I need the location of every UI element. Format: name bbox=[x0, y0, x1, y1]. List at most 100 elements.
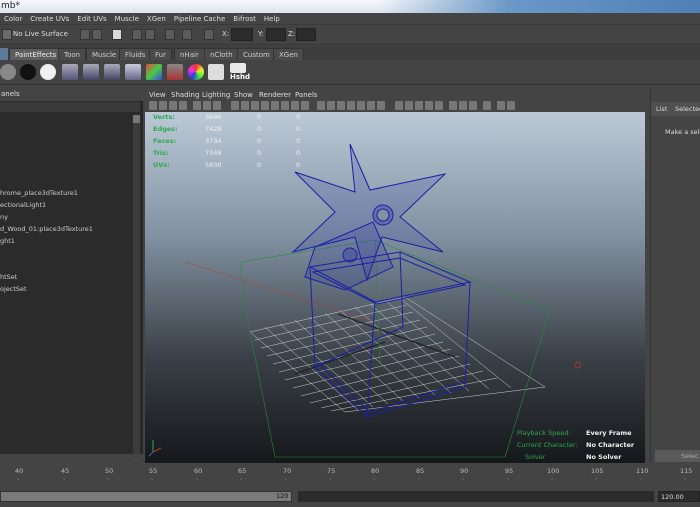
color-management-icon[interactable] bbox=[425, 101, 433, 110]
brush-icon[interactable] bbox=[208, 64, 224, 80]
viewport-menu-lighting[interactable]: Lighting bbox=[202, 90, 230, 100]
perspective-viewport[interactable]: Verts: 3686 0 0 Edges: 7428 0 0 Faces: 3… bbox=[145, 112, 645, 463]
material-icon[interactable] bbox=[62, 64, 78, 80]
tab-nhair[interactable]: nHair bbox=[174, 48, 205, 60]
layout-icon[interactable] bbox=[459, 101, 467, 110]
material-icon[interactable] bbox=[83, 64, 99, 80]
tab-fur[interactable]: Fur bbox=[149, 48, 172, 60]
tab-selected[interactable]: Selected bbox=[675, 105, 700, 113]
outliner-horizontal-scrollbar[interactable] bbox=[0, 454, 143, 463]
image-plane-icon[interactable] bbox=[179, 101, 187, 110]
tab-list[interactable]: List bbox=[656, 105, 667, 113]
smooth-shade-icon[interactable] bbox=[241, 101, 249, 110]
transform-mode-icon[interactable] bbox=[204, 29, 214, 40]
bookmark-icon[interactable] bbox=[169, 101, 177, 110]
gray-sphere-icon[interactable] bbox=[0, 64, 16, 80]
viewport-menu-show[interactable]: Show bbox=[234, 90, 253, 100]
textured-icon[interactable] bbox=[251, 101, 259, 110]
gamma-icon[interactable] bbox=[415, 101, 423, 110]
settings-icon[interactable] bbox=[507, 101, 515, 110]
hud-icon[interactable] bbox=[435, 101, 443, 110]
film-gate-icon[interactable] bbox=[203, 101, 211, 110]
outliner-vertical-scrollbar[interactable] bbox=[133, 115, 140, 467]
ambient-occlusion-icon[interactable] bbox=[281, 101, 289, 110]
menu-help[interactable]: Help bbox=[260, 13, 284, 24]
texture-icon[interactable] bbox=[146, 64, 162, 80]
tab-painteffects[interactable]: PaintEffects bbox=[9, 48, 63, 60]
menu-muscle[interactable]: Muscle bbox=[111, 13, 143, 24]
anti-aliasing-icon[interactable] bbox=[301, 101, 309, 110]
outliner-search-field[interactable] bbox=[0, 102, 140, 112]
render-settings-icon[interactable] bbox=[145, 29, 155, 40]
menu-pipeline-cache[interactable]: Pipeline Cache bbox=[170, 13, 229, 24]
z-field[interactable] bbox=[296, 28, 316, 41]
snap-icon[interactable] bbox=[80, 29, 90, 40]
shader-icon[interactable] bbox=[167, 64, 183, 80]
outliner-row[interactable]: ojectSet bbox=[0, 285, 27, 294]
outliner-row[interactable]: htSet bbox=[0, 273, 17, 282]
close-toolbar-icon[interactable] bbox=[483, 101, 491, 110]
shelf-tab-previous[interactable] bbox=[0, 48, 8, 60]
shadow-toggle-icon[interactable] bbox=[377, 101, 385, 110]
grid-toggle-icon[interactable] bbox=[193, 101, 201, 110]
tab-ncloth[interactable]: nCloth bbox=[204, 48, 239, 60]
outliner-scroll-thumb[interactable] bbox=[133, 115, 140, 123]
menu-xgen[interactable]: XGen bbox=[143, 13, 170, 24]
isolate-select-icon[interactable] bbox=[317, 101, 325, 110]
xray-active-icon[interactable] bbox=[347, 101, 355, 110]
end-time-field[interactable]: 120.00 bbox=[658, 491, 700, 502]
black-sphere-icon[interactable] bbox=[20, 64, 36, 80]
exposure-icon[interactable] bbox=[405, 101, 413, 110]
tab-fluids[interactable]: Fluids bbox=[119, 48, 152, 60]
render-icon[interactable] bbox=[112, 29, 122, 40]
tab-toon[interactable]: Toon bbox=[58, 48, 87, 60]
menu-color[interactable]: Color bbox=[0, 13, 26, 24]
select-button[interactable]: Selec bbox=[655, 450, 700, 462]
menu-bifrost[interactable]: Bifrost bbox=[229, 13, 260, 24]
outliner-row[interactable]: d_Wood_01:place3dTexture1 bbox=[0, 225, 93, 234]
time-slider[interactable]: 40 45 50 55 60 65 70 75 80 85 90 95 100 … bbox=[0, 464, 700, 488]
snap-grid-icon[interactable] bbox=[92, 29, 102, 40]
camera-select-icon[interactable] bbox=[149, 101, 157, 110]
outliner-row[interactable]: ght1 bbox=[0, 237, 15, 246]
tab-muscle[interactable]: Muscle bbox=[86, 48, 123, 60]
outliner-row[interactable]: ny bbox=[0, 213, 8, 222]
motion-blur-icon[interactable] bbox=[291, 101, 299, 110]
menu-edit-uvs[interactable]: Edit UVs bbox=[73, 13, 110, 24]
outliner-row[interactable]: ectionalLight1 bbox=[0, 201, 46, 210]
resolution-gate-icon[interactable] bbox=[213, 101, 221, 110]
y-field[interactable] bbox=[266, 28, 286, 41]
material-icon[interactable] bbox=[104, 64, 120, 80]
wireframe-icon[interactable] bbox=[231, 101, 239, 110]
resolution-icon[interactable] bbox=[497, 101, 505, 110]
viewport-menu-shading[interactable]: Shading bbox=[171, 90, 199, 100]
camera-attributes-icon[interactable] bbox=[159, 101, 167, 110]
color-wheel-icon[interactable] bbox=[188, 64, 204, 80]
tab-xgen[interactable]: XGen bbox=[273, 48, 304, 60]
viewport-menu-view[interactable]: View bbox=[149, 90, 166, 100]
light-bulb-icon[interactable] bbox=[395, 101, 403, 110]
x-field[interactable] bbox=[231, 28, 253, 41]
live-surface-label[interactable]: No Live Surface bbox=[13, 29, 68, 40]
ipr-icon[interactable] bbox=[132, 29, 142, 40]
hypershade-icon[interactable] bbox=[165, 29, 175, 40]
tab-custom[interactable]: Custom bbox=[237, 48, 276, 60]
viewport-menu-panels[interactable]: Panels bbox=[295, 90, 318, 100]
outliner-row[interactable]: hrome_place3dTexture1 bbox=[0, 189, 78, 198]
lights-icon[interactable] bbox=[261, 101, 269, 110]
hshd-icon[interactable] bbox=[230, 63, 246, 73]
range-slider-bar[interactable] bbox=[0, 491, 292, 502]
white-sphere-icon[interactable] bbox=[40, 64, 56, 80]
xray-joints-icon[interactable] bbox=[337, 101, 345, 110]
shadows-icon[interactable] bbox=[271, 101, 279, 110]
xray-icon[interactable] bbox=[327, 101, 335, 110]
menu-create-uvs[interactable]: Create UVs bbox=[26, 13, 73, 24]
lock-icon[interactable] bbox=[182, 29, 192, 40]
texture-toggle-icon[interactable] bbox=[357, 101, 365, 110]
outliner-header[interactable]: anels bbox=[0, 88, 143, 101]
material-icon[interactable] bbox=[125, 64, 141, 80]
toolbar-options-icon[interactable] bbox=[469, 101, 477, 110]
viewport-menu-renderer[interactable]: Renderer bbox=[259, 90, 291, 100]
range-slider-track[interactable] bbox=[298, 491, 654, 502]
pin-icon[interactable] bbox=[449, 101, 457, 110]
